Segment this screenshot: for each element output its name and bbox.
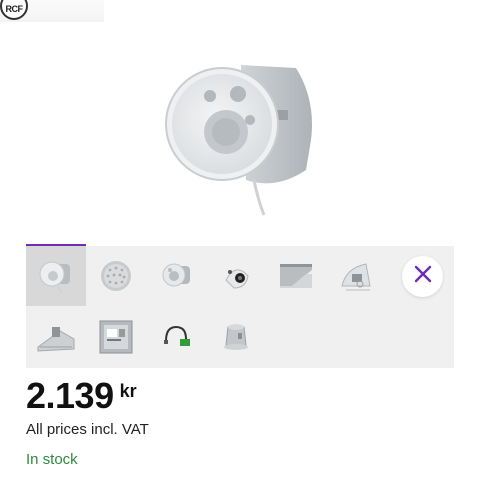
thumb-speaker-front[interactable]: [26, 244, 86, 306]
close-icon: [413, 264, 433, 289]
price-currency: kr: [119, 381, 137, 401]
product-main-image[interactable]: [146, 40, 346, 230]
thumb-speaker-back[interactable]: [326, 246, 386, 306]
brand-logo[interactable]: RCF: [0, 0, 28, 20]
price-amount: 2.139: [26, 375, 114, 416]
thumb-speaker-angle[interactable]: [146, 246, 206, 306]
thumb-connector[interactable]: [146, 307, 206, 367]
vat-note: All prices incl. VAT: [26, 421, 149, 438]
product-price: 2.139 kr: [26, 376, 137, 416]
thumb-can[interactable]: [206, 307, 266, 367]
thumb-clamp[interactable]: [26, 307, 86, 367]
brand-logo-text: RCF: [5, 4, 24, 14]
thumb-speaker-top[interactable]: [206, 246, 266, 306]
thumb-mounting-bracket[interactable]: [266, 246, 326, 306]
brand-header: RCF: [0, 0, 104, 22]
stock-status: In stock: [26, 451, 78, 468]
thumb-grille[interactable]: [86, 246, 146, 306]
close-gallery-button[interactable]: [402, 256, 443, 297]
thumb-label[interactable]: [86, 307, 146, 367]
